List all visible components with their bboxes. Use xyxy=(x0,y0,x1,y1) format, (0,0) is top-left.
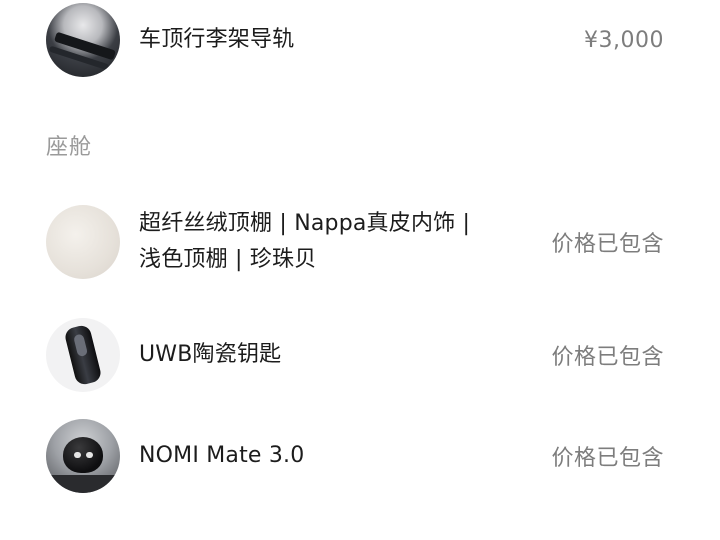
option-price: ¥3,000 xyxy=(584,27,664,53)
dashboard-shape xyxy=(46,475,120,493)
section-title-cabin: 座舱 xyxy=(46,135,93,160)
option-row-uwb-key[interactable]: UWB陶瓷钥匙 价格已包含 xyxy=(46,318,664,392)
nomi-eye-icon xyxy=(74,452,81,458)
options-list-page: 车顶行李架导轨 ¥3,000 座舱 超纤丝绒顶棚 | Nappa真皮内饰 | 浅… xyxy=(0,0,720,540)
option-row-nomi-mate[interactable]: NOMI Mate 3.0 价格已包含 xyxy=(46,419,664,493)
option-row-roof-rail[interactable]: 车顶行李架导轨 ¥3,000 xyxy=(46,3,664,77)
option-row-headliner[interactable]: 超纤丝绒顶棚 | Nappa真皮内饰 | 浅色顶棚 | 珍珠贝 价格已包含 xyxy=(46,205,664,279)
option-name: 超纤丝绒顶棚 | Nappa真皮内饰 | 浅色顶棚 | 珍珠贝 xyxy=(139,211,471,272)
key-thumbnail xyxy=(46,318,120,392)
nomi-eye-icon xyxy=(86,452,93,458)
option-name: 车顶行李架导轨 xyxy=(139,27,295,52)
option-price: 价格已包含 xyxy=(551,232,664,257)
option-name: UWB陶瓷钥匙 xyxy=(139,342,282,367)
option-price: 价格已包含 xyxy=(551,345,664,370)
option-name: NOMI Mate 3.0 xyxy=(139,443,305,468)
option-price: 价格已包含 xyxy=(551,446,664,471)
roof-rail-thumbnail xyxy=(46,3,120,77)
headliner-thumbnail xyxy=(46,205,120,279)
nomi-thumbnail xyxy=(46,419,120,493)
key-icon xyxy=(63,323,103,387)
nomi-body-icon xyxy=(63,437,103,473)
